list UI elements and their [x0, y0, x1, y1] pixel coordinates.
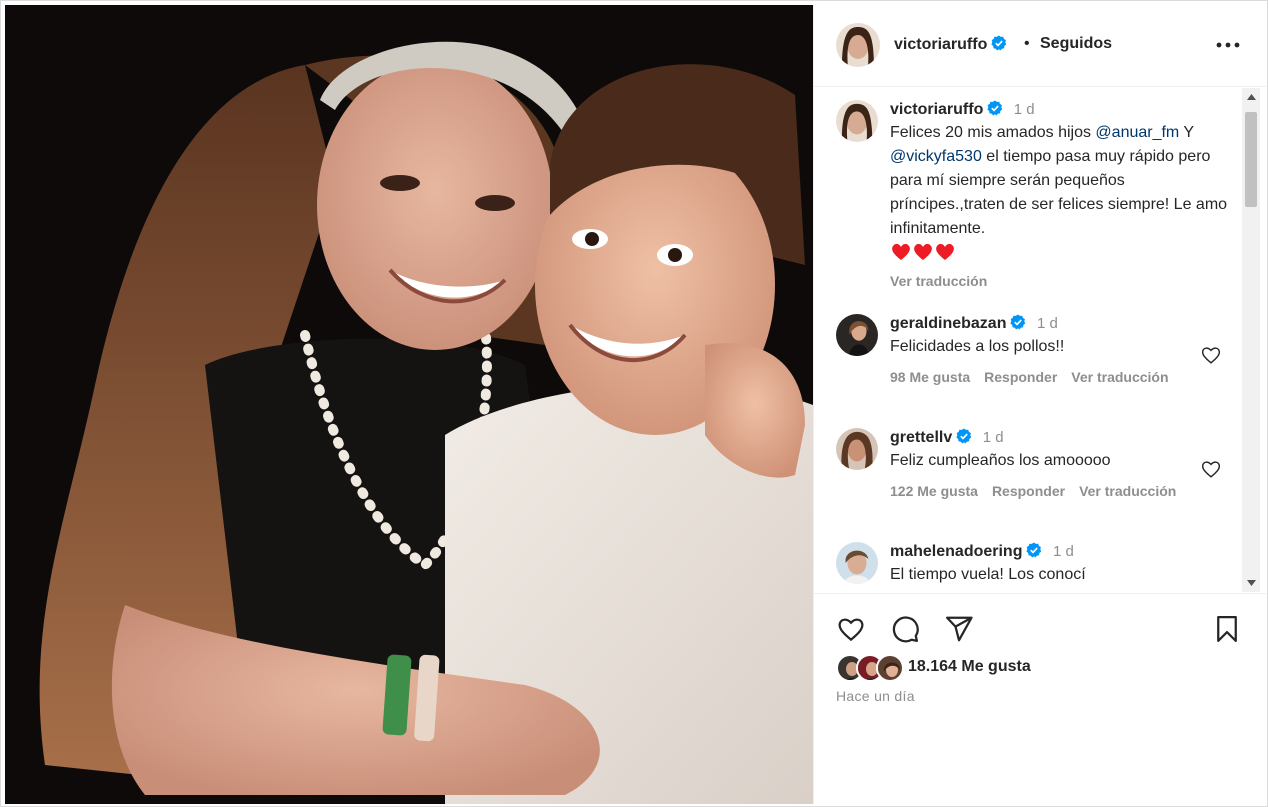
post-header: victoriaruffo • Seguidos — [814, 5, 1266, 87]
verified-badge-icon — [1026, 542, 1042, 558]
scroll-up-arrow-icon[interactable] — [1242, 88, 1260, 106]
scroll-down-arrow-icon[interactable] — [1242, 574, 1260, 592]
caption-avatar[interactable] — [836, 100, 878, 142]
comment-likes[interactable]: 122 Me gusta — [890, 483, 978, 499]
comment-time[interactable]: 1 d — [1053, 543, 1074, 560]
commenter-avatar[interactable] — [836, 428, 878, 470]
save-button[interactable] — [1210, 612, 1244, 646]
author-username[interactable]: victoriaruffo — [894, 35, 1007, 54]
author-username-text[interactable]: victoriaruffo — [894, 36, 987, 53]
verified-badge-icon — [987, 100, 1003, 116]
caption-translate-link[interactable]: Ver traducción — [890, 273, 1230, 289]
commenter-avatar[interactable] — [836, 314, 878, 356]
comment-meta: 122 Me gusta Responder Ver traducción — [890, 483, 1230, 499]
verified-badge-icon — [991, 35, 1007, 51]
comments-scrollbar[interactable] — [1242, 88, 1260, 592]
commenter-username[interactable]: geraldinebazan — [890, 315, 1006, 332]
more-horizontal-icon — [1216, 42, 1240, 48]
like-count[interactable]: 18.164 Me gusta — [908, 658, 1031, 676]
translate-link[interactable]: Ver traducción — [1079, 483, 1176, 499]
comment-time[interactable]: 1 d — [1037, 315, 1058, 332]
post-dialog: victoriaruffo • Seguidos victoriaruffo 1… — [0, 0, 1268, 807]
more-options-button[interactable] — [1214, 31, 1242, 59]
photo-illustration — [5, 5, 813, 804]
bookmark-icon — [1217, 616, 1237, 642]
commenter-username[interactable]: mahelenadoering — [890, 543, 1022, 560]
caption-username[interactable]: victoriaruffo — [890, 101, 983, 118]
heart-outline-icon — [838, 618, 864, 642]
post-photo[interactable] — [5, 5, 813, 804]
comments-list[interactable]: victoriaruffo 1 d Felices 20 mis amados … — [814, 88, 1266, 592]
mention-link[interactable]: @anuar_fm — [1095, 124, 1179, 141]
comment-text: El tiempo vuela! Los conocí — [890, 566, 1086, 583]
author-avatar[interactable] — [836, 23, 880, 67]
comment-time[interactable]: 1 d — [983, 429, 1004, 446]
reply-button[interactable]: Responder — [992, 483, 1065, 499]
comment-text: Feliz cumpleaños los amooooo — [890, 452, 1111, 469]
caption-text: Felices 20 mis amados hijos @anuar_fm Y … — [890, 124, 1228, 237]
comment-meta: 98 Me gusta Responder Ver traducción — [890, 369, 1230, 385]
like-button[interactable] — [834, 612, 868, 646]
comment-button[interactable] — [888, 612, 922, 646]
post-side-panel: victoriaruffo • Seguidos victoriaruffo 1… — [813, 5, 1266, 804]
follow-status-button[interactable]: Seguidos — [1040, 35, 1112, 53]
post-actions: 18.164 Me gusta Hace un día — [814, 593, 1266, 804]
mention-link[interactable]: @vickyfa530 — [890, 148, 982, 165]
reply-button[interactable]: Responder — [984, 369, 1057, 385]
post-timestamp[interactable]: Hace un día — [836, 688, 915, 704]
comment-bubble-icon — [892, 616, 919, 643]
red-hearts-emoji-icon — [892, 243, 954, 260]
comment-like-button[interactable] — [1200, 344, 1222, 366]
liker-avatar — [876, 654, 904, 682]
caption-time[interactable]: 1 d — [1014, 101, 1035, 118]
scrollbar-thumb[interactable] — [1245, 112, 1257, 207]
share-button[interactable] — [942, 612, 976, 646]
paper-plane-icon — [946, 616, 973, 642]
verified-badge-icon — [1010, 314, 1026, 330]
comment-likes[interactable]: 98 Me gusta — [890, 369, 970, 385]
heart-outline-icon — [1201, 461, 1221, 478]
translate-link[interactable]: Ver traducción — [1071, 369, 1168, 385]
commenter-username[interactable]: grettellv — [890, 429, 952, 446]
caption-emoji — [890, 241, 1230, 271]
verified-badge-icon — [956, 428, 972, 444]
commenter-avatar[interactable] — [836, 542, 878, 584]
header-separator: • — [1024, 35, 1030, 52]
comment-text: Felicidades a los pollos!! — [890, 338, 1065, 355]
comment-like-button[interactable] — [1200, 458, 1222, 480]
heart-outline-icon — [1201, 347, 1221, 364]
